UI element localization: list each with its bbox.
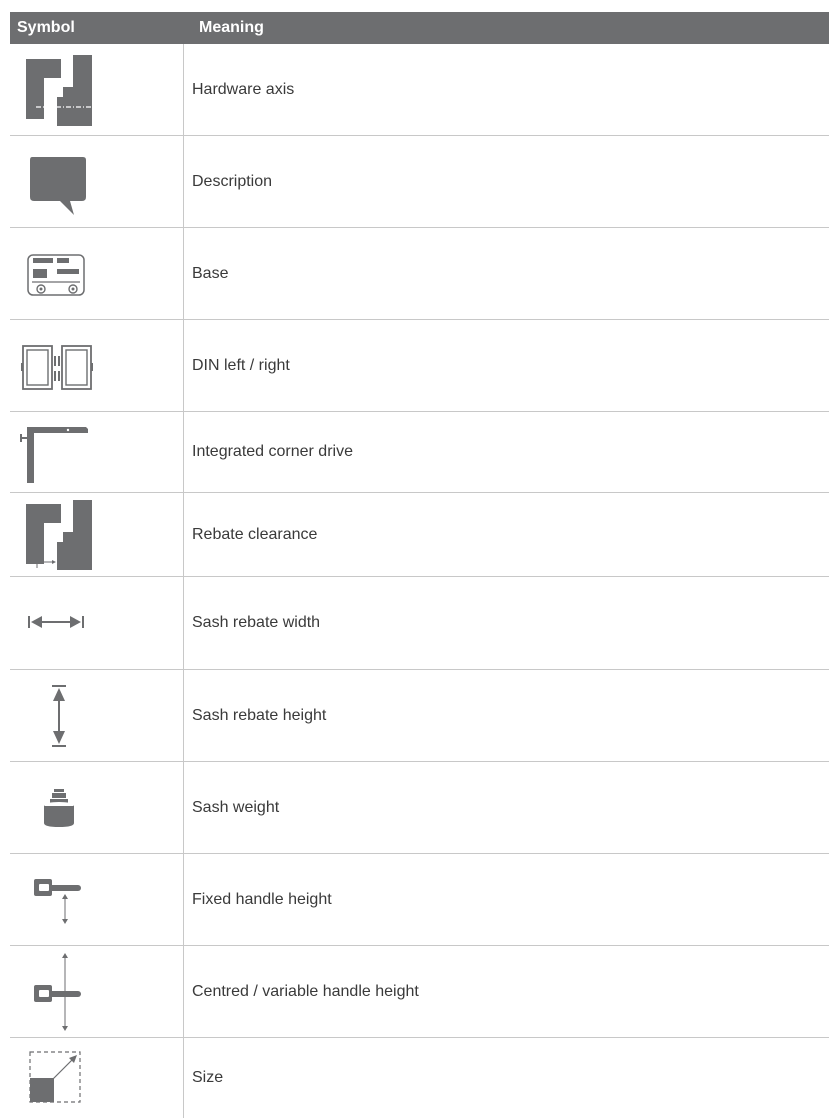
symbol-cell [10, 670, 184, 761]
symbol-cell [10, 577, 184, 669]
table-row: Centred / variable handle height [10, 946, 829, 1038]
description-icon [30, 156, 86, 215]
symbol-cell [10, 412, 184, 492]
table-row: Integrated corner drive [10, 412, 829, 493]
din-left-right-icon [21, 344, 93, 390]
variable-handle-height-icon [34, 952, 81, 1031]
symbol-cell [10, 493, 184, 576]
sash-weight-icon [44, 788, 74, 827]
table-row: Base [10, 228, 829, 320]
symbol-table: Symbol Meaning Hardware axis Description [10, 12, 829, 1118]
symbol-cell [10, 44, 184, 135]
header-meaning: Meaning [199, 19, 264, 36]
meaning-cell: DIN left / right [192, 356, 290, 374]
symbol-cell [10, 320, 184, 411]
symbol-cell [10, 228, 184, 319]
table-header: Symbol Meaning [10, 12, 829, 44]
meaning-cell: Size [192, 1069, 224, 1086]
table-row: Fixed handle height [10, 854, 829, 946]
symbol-cell [10, 1038, 184, 1118]
table-row: Sash rebate width [10, 577, 829, 670]
meaning-cell: Description [192, 172, 273, 190]
meaning-cell: Hardware axis [192, 80, 295, 98]
table-row: DIN left / right [10, 320, 829, 412]
fixed-handle-height-icon [34, 878, 81, 924]
rebate-clearance-icon [26, 499, 92, 570]
sash-rebate-width-icon [28, 616, 84, 628]
hardware-axis-icon [26, 54, 92, 126]
corner-drive-icon [20, 427, 88, 483]
sash-rebate-height-icon [52, 684, 66, 747]
header-symbol: Symbol [17, 19, 75, 36]
size-icon [29, 1051, 81, 1103]
symbol-cell [10, 762, 184, 853]
base-icon [27, 253, 85, 296]
meaning-cell: Centred / variable handle height [192, 982, 419, 1000]
meaning-cell: Rebate clearance [192, 525, 318, 543]
meaning-cell: Base [192, 264, 229, 282]
table-row: Description [10, 136, 829, 228]
table-row: Size [10, 1038, 829, 1118]
table-row: Sash rebate height [10, 670, 829, 762]
symbol-cell [10, 136, 184, 227]
symbol-cell [10, 854, 184, 945]
meaning-cell: Sash rebate width [192, 614, 321, 631]
meaning-cell: Fixed handle height [192, 890, 332, 908]
meaning-cell: Sash weight [192, 798, 280, 816]
meaning-cell: Sash rebate height [192, 706, 327, 724]
table-row: Hardware axis [10, 44, 829, 136]
table-row: Sash weight [10, 762, 829, 854]
table-row: Rebate clearance [10, 493, 829, 577]
meaning-cell: Integrated corner drive [192, 443, 353, 460]
symbol-cell [10, 946, 184, 1037]
